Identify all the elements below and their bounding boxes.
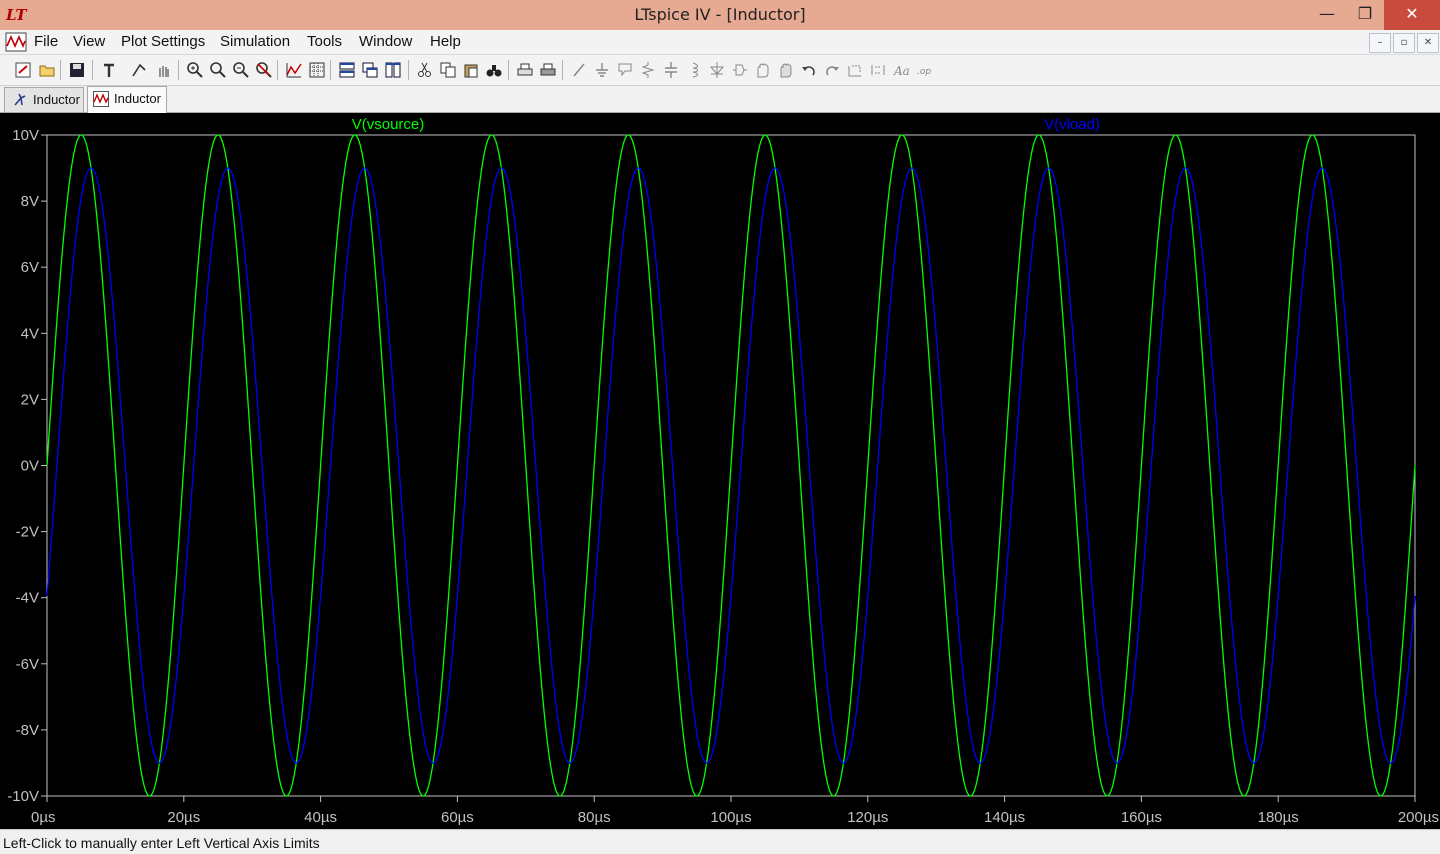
print-icon[interactable] bbox=[539, 61, 557, 79]
open-icon[interactable] bbox=[38, 61, 56, 79]
pan-icon[interactable] bbox=[154, 61, 172, 79]
y-tick-label[interactable]: 4V bbox=[21, 325, 39, 342]
schematic-icon bbox=[14, 93, 26, 106]
menu-file[interactable]: File bbox=[34, 33, 58, 50]
tab-label: Inductor bbox=[33, 92, 80, 107]
y-tick-label[interactable]: 10V bbox=[12, 127, 39, 144]
grid-icon[interactable] bbox=[308, 61, 326, 79]
x-tick-label[interactable]: 40µs bbox=[304, 809, 337, 826]
ground-icon[interactable] bbox=[593, 61, 611, 79]
x-tick-label[interactable]: 0µs bbox=[31, 809, 56, 826]
x-tick-label[interactable]: 120µs bbox=[847, 809, 888, 826]
y-tick-label[interactable]: 2V bbox=[21, 391, 39, 408]
cut-icon[interactable] bbox=[416, 61, 434, 79]
tile-vertical-icon[interactable] bbox=[384, 61, 402, 79]
rotate-icon[interactable] bbox=[846, 61, 864, 79]
y-tick-label[interactable]: -10V bbox=[7, 788, 39, 805]
component-icon[interactable] bbox=[731, 61, 749, 79]
menu-bar: File View Plot Settings Simulation Tools… bbox=[0, 30, 1440, 55]
zoom-in-icon[interactable] bbox=[186, 61, 204, 79]
zoom-cancel-icon[interactable] bbox=[255, 61, 273, 79]
zoom-out-icon[interactable] bbox=[232, 61, 250, 79]
title-bar: LT LTspice IV - [Inductor] — ❐ ✕ bbox=[0, 0, 1440, 30]
minimize-button[interactable]: — bbox=[1308, 0, 1346, 30]
label-icon[interactable] bbox=[616, 61, 634, 79]
tab-label: Inductor bbox=[114, 91, 161, 106]
cascade-icon[interactable] bbox=[361, 61, 379, 79]
run-icon[interactable] bbox=[14, 61, 32, 79]
x-tick-label[interactable]: 160µs bbox=[1121, 809, 1162, 826]
x-tick-label[interactable]: 80µs bbox=[578, 809, 611, 826]
x-tick-label[interactable]: 180µs bbox=[1258, 809, 1299, 826]
status-text: Left-Click to manually enter Left Vertic… bbox=[3, 835, 320, 851]
wire-icon[interactable] bbox=[570, 61, 588, 79]
toolbar: Aa .op bbox=[0, 55, 1440, 86]
svg-text:.op: .op bbox=[917, 67, 931, 77]
menu-window[interactable]: Window bbox=[359, 33, 412, 50]
find-icon[interactable] bbox=[485, 61, 503, 79]
x-tick-label[interactable]: 200µs bbox=[1398, 809, 1439, 826]
x-tick-label[interactable]: 20µs bbox=[167, 809, 200, 826]
zoom-area-icon[interactable] bbox=[209, 61, 227, 79]
print-preview-icon[interactable] bbox=[516, 61, 534, 79]
y-tick-label[interactable]: 6V bbox=[21, 259, 39, 276]
child-restore-button[interactable]: ▫ bbox=[1393, 33, 1415, 53]
autorange-icon[interactable] bbox=[285, 61, 303, 79]
halt-icon[interactable] bbox=[130, 61, 148, 79]
document-tabs: Inductor Inductor bbox=[0, 86, 1440, 113]
legend-vvsource[interactable]: V(vsource) bbox=[352, 116, 425, 133]
waveform-icon bbox=[93, 91, 109, 107]
y-tick-label[interactable]: 0V bbox=[21, 458, 39, 475]
plot-canvas[interactable]: 10V 8V 6V 4V 2V 0V -2V -4V -6V -8V -10V 0µs 20µs 40µs… bbox=[0, 113, 1440, 829]
waveform-window-icon[interactable] bbox=[5, 32, 27, 52]
x-tick-label[interactable]: 140µs bbox=[984, 809, 1025, 826]
waveform-plot[interactable]: 10V 8V 6V 4V 2V 0V -2V -4V -6V -8V -10V 0µs 20µs 40µs… bbox=[0, 113, 1440, 829]
copy-icon[interactable] bbox=[439, 61, 457, 79]
control-panel-icon[interactable] bbox=[100, 61, 118, 79]
y-tick-label[interactable]: -6V bbox=[16, 656, 39, 673]
redo-icon[interactable] bbox=[823, 61, 841, 79]
drag-icon[interactable] bbox=[777, 61, 795, 79]
tile-horizontal-icon[interactable] bbox=[338, 61, 356, 79]
menu-tools[interactable]: Tools bbox=[307, 33, 342, 50]
tab-waveform[interactable]: Inductor bbox=[87, 86, 167, 113]
paste-icon[interactable] bbox=[462, 61, 480, 79]
spice-directive-icon[interactable]: .op bbox=[915, 61, 933, 79]
svg-text:Aa: Aa bbox=[893, 64, 910, 78]
undo-icon[interactable] bbox=[800, 61, 818, 79]
trace-vvsource[interactable] bbox=[46, 134, 1416, 797]
menu-simulation[interactable]: Simulation bbox=[220, 33, 290, 50]
y-tick-label[interactable]: -4V bbox=[16, 590, 39, 607]
save-icon[interactable] bbox=[68, 61, 86, 79]
maximize-button[interactable]: ❐ bbox=[1346, 0, 1384, 30]
window-title: LTspice IV - [Inductor] bbox=[634, 5, 806, 24]
menu-plot-settings[interactable]: Plot Settings bbox=[121, 33, 205, 50]
legend-vvload[interactable]: V(vload) bbox=[1044, 116, 1100, 133]
move-icon[interactable] bbox=[754, 61, 772, 79]
y-tick-label[interactable]: -2V bbox=[16, 524, 39, 541]
y-tick-label[interactable]: 8V bbox=[21, 193, 39, 210]
child-minimize-button[interactable]: – bbox=[1369, 33, 1391, 53]
text-icon[interactable]: Aa bbox=[892, 61, 910, 79]
close-button[interactable]: ✕ bbox=[1384, 0, 1440, 30]
menu-help[interactable]: Help bbox=[430, 33, 461, 50]
resistor-icon[interactable] bbox=[639, 61, 657, 79]
x-tick-label[interactable]: 100µs bbox=[710, 809, 751, 826]
tab-schematic[interactable]: Inductor bbox=[4, 87, 84, 112]
menu-view[interactable]: View bbox=[73, 33, 105, 50]
capacitor-icon[interactable] bbox=[662, 61, 680, 79]
mirror-icon[interactable] bbox=[869, 61, 887, 79]
y-tick-label[interactable]: -8V bbox=[16, 722, 39, 739]
inductor-icon[interactable] bbox=[685, 61, 703, 79]
child-close-button[interactable]: ✕ bbox=[1417, 33, 1439, 53]
x-tick-label[interactable]: 60µs bbox=[441, 809, 474, 826]
diode-icon[interactable] bbox=[708, 61, 726, 79]
status-bar: Left-Click to manually enter Left Vertic… bbox=[0, 829, 1440, 854]
